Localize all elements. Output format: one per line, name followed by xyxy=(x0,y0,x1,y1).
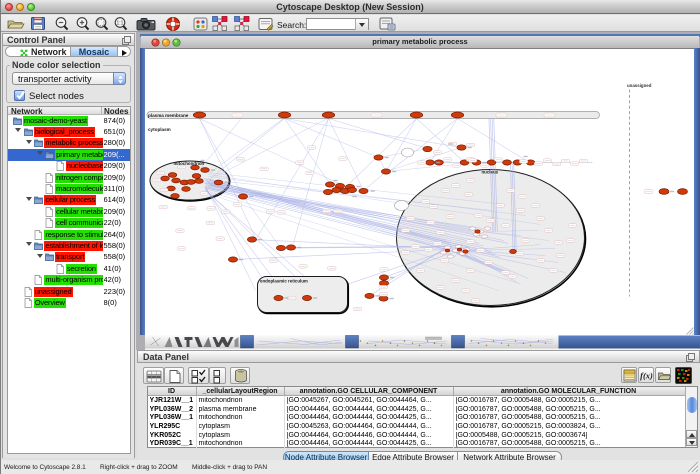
svg-text:unassigned: unassigned xyxy=(627,83,652,88)
svg-text:cytoplasm: cytoplasm xyxy=(148,127,171,132)
svg-text:f(x): f(x) xyxy=(640,370,653,380)
svg-text:1:1: 1:1 xyxy=(117,21,124,27)
svg-text:endoplasmic reticulum: endoplasmic reticulum xyxy=(260,278,308,283)
svg-text:nucleus: nucleus xyxy=(481,169,498,174)
svg-text:plasma membrane: plasma membrane xyxy=(148,112,189,117)
